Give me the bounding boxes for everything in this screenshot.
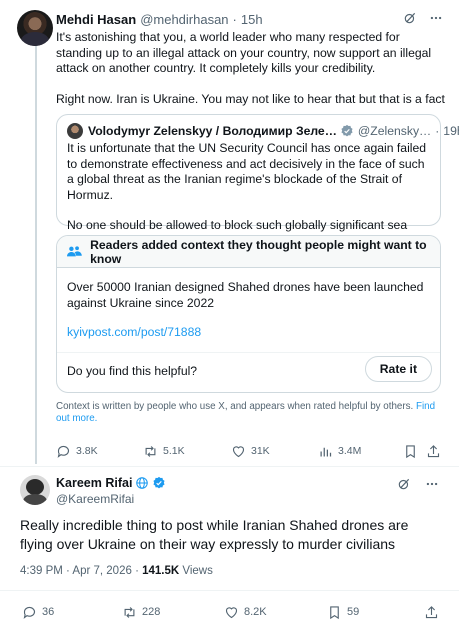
avatar-mehdi-hasan[interactable]: [17, 10, 53, 46]
community-note-header: Readers added context they thought peopl…: [57, 236, 440, 268]
quoted-author-name: Volodymyr Zelenskyy / Володимир Зеле…: [88, 124, 337, 138]
heart-icon: [225, 606, 238, 618]
author-handle[interactable]: @mehdirhasan: [140, 12, 228, 27]
verified-badge-icon: [341, 124, 353, 137]
repost-icon: [145, 445, 156, 457]
like-count: 8.2K: [244, 606, 267, 618]
like-button[interactable]: 8.2K: [224, 605, 267, 620]
thread-connector-line: [35, 44, 37, 464]
avatar-zelenskyy: [67, 123, 83, 139]
community-note: Readers added context they thought peopl…: [56, 235, 441, 393]
bookmark-button[interactable]: [403, 444, 418, 459]
quoted-tweet-header: Volodymyr Zelenskyy / Володимир Зеле… @Z…: [67, 123, 459, 139]
community-note-disclaimer: Context is written by people who use X, …: [56, 401, 441, 425]
quoted-author-handle: @Zelensky…: [357, 124, 432, 138]
more-icon[interactable]: [429, 11, 443, 25]
quoted-paragraph: No one should be allowed to block such g…: [67, 218, 408, 232]
quoted-tweet-text: It is unfortunate that the UN Security C…: [67, 141, 432, 234]
tweet-paragraph: It's astonishing that you, a world leade…: [56, 30, 435, 75]
author-name[interactable]: Kareem Rifai: [56, 476, 132, 490]
reply-icon: [23, 606, 36, 619]
reply-count: 3.8K: [76, 445, 98, 457]
timestamp-text[interactable]: 4:39 PM · Apr 7, 2026 ·: [20, 565, 142, 577]
views-label: Views: [179, 565, 213, 577]
rate-it-button[interactable]: Rate it: [364, 356, 432, 382]
tweet-text: It's astonishing that you, a world leade…: [56, 30, 446, 107]
avatar-kareem-rifai[interactable]: [20, 475, 50, 505]
more-icon[interactable]: [425, 477, 439, 491]
views-count: 141.5K: [142, 565, 180, 577]
repost-count: 228: [142, 606, 161, 618]
tweet-time[interactable]: 15h: [241, 12, 263, 27]
share-button[interactable]: [426, 444, 441, 459]
dot-separator: ·: [435, 124, 440, 138]
helpful-question: Do you find this helpful?: [67, 364, 198, 378]
people-icon: [67, 245, 82, 256]
repost-icon: [124, 606, 135, 618]
reply-icon: [57, 445, 70, 458]
bookmark-icon: [330, 605, 339, 619]
views-count: 3.4M: [338, 445, 362, 457]
reply-header-icons: [397, 477, 439, 491]
like-count: 31K: [251, 445, 270, 457]
tweet-header: Mehdi Hasan @mehdirhasan · 15h: [56, 11, 443, 27]
reply-tweet-text: Really incredible thing to post while Ir…: [20, 517, 409, 552]
reply-tweet-actions: 36 228 8.2K 59: [22, 603, 442, 621]
heart-icon: [232, 445, 245, 457]
quoted-tweet[interactable]: Volodymyr Zelenskyy / Володимир Зеле… @Z…: [56, 114, 459, 232]
author-name[interactable]: Mehdi Hasan: [56, 12, 136, 27]
tweet-actions: 3.8K 5.1K 31K 3.4M: [56, 442, 456, 460]
grok-icon[interactable]: [397, 477, 411, 491]
dot-separator: ·: [232, 11, 237, 27]
verified-badge-icon: [153, 476, 165, 489]
community-note-link[interactable]: kyivpost.com/post/71888: [67, 325, 201, 339]
views-button[interactable]: 3.4M: [318, 444, 361, 459]
share-icon: [425, 605, 438, 618]
reply-button[interactable]: 3.8K: [56, 444, 98, 459]
share-button[interactable]: [424, 605, 439, 620]
reply-button[interactable]: 36: [22, 605, 54, 620]
views-icon: [320, 447, 332, 456]
quoted-paragraph: It is unfortunate that the UN Security C…: [67, 141, 427, 202]
repost-count: 5.1K: [163, 445, 185, 457]
divider: [0, 590, 459, 591]
tweet-paragraph: Right now. Iran is Ukraine. You may not …: [56, 91, 445, 106]
repost-button[interactable]: 228: [122, 605, 160, 620]
divider: [0, 466, 459, 467]
like-button[interactable]: 31K: [231, 444, 270, 459]
share-icon: [427, 444, 440, 457]
community-note-text: Over 50000 Iranian designed Shahed drone…: [67, 280, 424, 310]
bookmark-button[interactable]: 59: [327, 605, 359, 620]
quoted-tweet-time: 19h: [443, 124, 459, 138]
community-note-title: Readers added context they thought peopl…: [90, 237, 427, 266]
reply-count: 36: [42, 606, 55, 618]
grok-icon[interactable]: [403, 11, 417, 25]
repost-button[interactable]: 5.1K: [143, 444, 185, 459]
globe-badge-icon: [136, 477, 149, 489]
reply-author-row: Kareem Rifai: [56, 476, 166, 490]
disclaimer-text: Context is written by people who use X, …: [56, 401, 414, 412]
bookmark-icon: [406, 444, 415, 458]
tweet-timestamp: 4:39 PM · Apr 7, 2026 · 141.5K Views: [20, 565, 213, 577]
divider: [57, 352, 440, 353]
author-handle[interactable]: @KareemRifai: [56, 492, 134, 506]
bookmark-count: 59: [347, 606, 360, 618]
